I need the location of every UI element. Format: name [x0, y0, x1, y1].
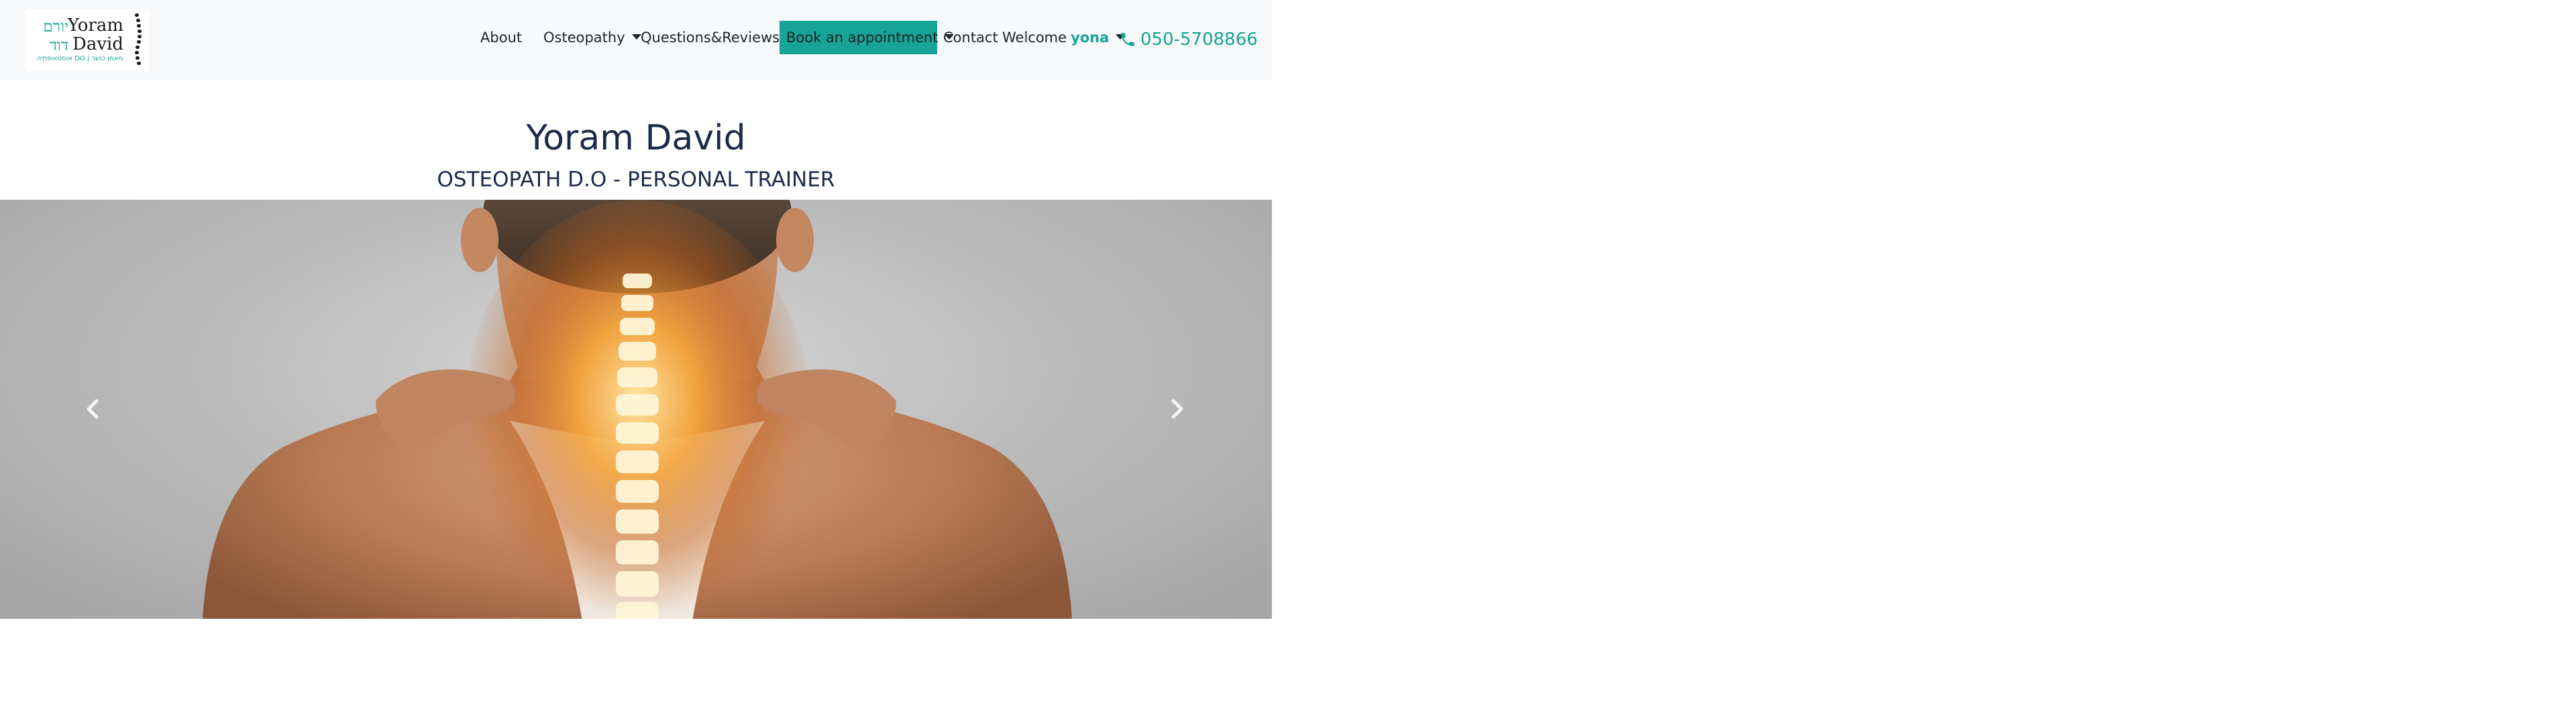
chevron-right-icon[interactable]: [1163, 394, 1189, 424]
nav-about-link[interactable]: About: [480, 21, 522, 54]
nav-user-dropdown[interactable]: Welcome yona: [1002, 21, 1126, 54]
logo-name-en: Yoram David: [67, 15, 123, 54]
nav-osteopathy-label: Osteopathy: [543, 29, 625, 46]
caret-down-icon: [631, 34, 641, 40]
page: Yoram David יורם דוד אוסטאופתיה DO | מאמ…: [0, 0, 1272, 724]
welcome-label: Welcome: [1002, 29, 1067, 46]
page-subtitle: OSTEOPATH D.O - PERSONAL TRAINER: [437, 168, 835, 192]
logo[interactable]: Yoram David יורם דוד אוסטאופתיה DO | מאמ…: [25, 9, 149, 71]
page-title: Yoram David: [526, 118, 746, 158]
hero-carousel: [0, 200, 1272, 619]
chevron-left-icon[interactable]: [80, 394, 107, 424]
navbar: Yoram David יורם דוד אוסטאופתיה DO | מאמ…: [0, 0, 1272, 80]
nav-contact-link[interactable]: Contact: [943, 21, 998, 54]
carousel-image: [203, 200, 1072, 619]
nav-book-appointment-dropdown[interactable]: Book an appointment: [780, 21, 955, 54]
logo-tagline: אוסטאופתיה DO | מאמן כושר: [36, 55, 123, 62]
spine-logo-icon: [131, 13, 144, 67]
nav-book-appointment-label: Book an appointment: [786, 29, 938, 46]
phone-link[interactable]: 050-5708866: [1119, 24, 1258, 55]
nav-questions-reviews-label: Questions&Reviews: [641, 29, 780, 46]
nav-questions-reviews-dropdown[interactable]: Questions&Reviews: [641, 21, 796, 54]
phone-icon: [1121, 33, 1134, 46]
logo-name-he: יורם דוד: [43, 18, 68, 54]
phone-number: 050-5708866: [1140, 29, 1258, 50]
user-name: yona: [1071, 29, 1110, 46]
nav-osteopathy-dropdown[interactable]: Osteopathy: [543, 21, 641, 54]
